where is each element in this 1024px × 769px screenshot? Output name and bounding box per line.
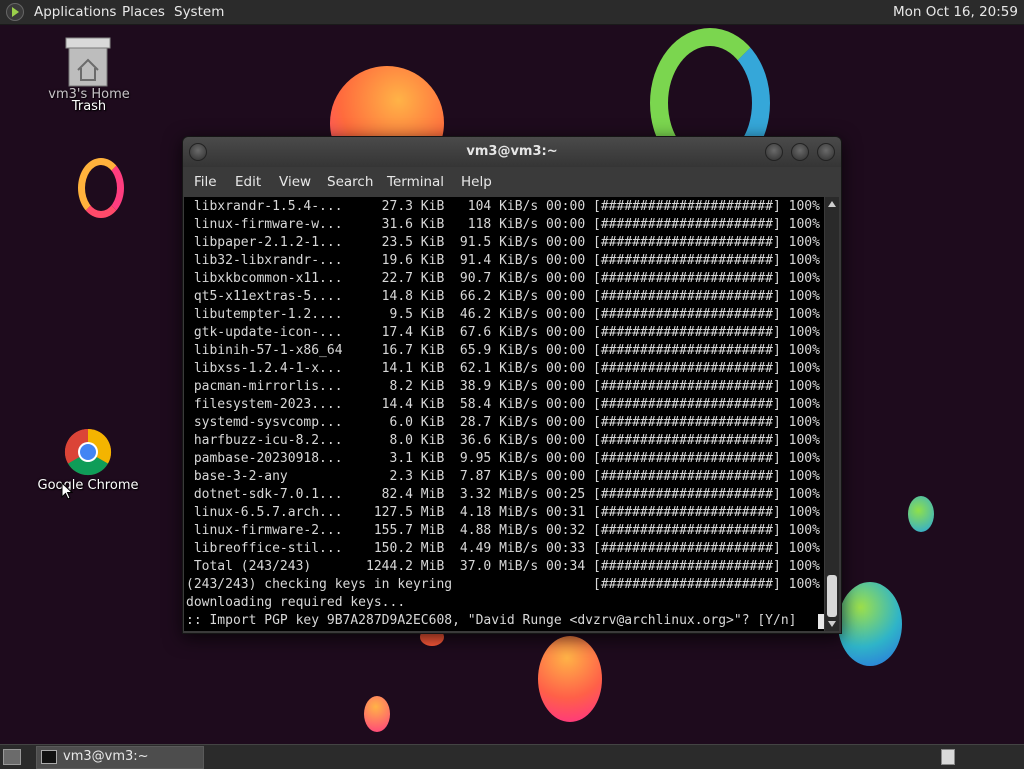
terminal-prompt-line: :: Import PGP key 9B7A287D9A2EC608, "Dav… <box>186 613 805 628</box>
terminal-line: (243/243) checking keys in keyring [####… <box>186 577 820 592</box>
terminal-line: gtk-update-icon-... 17.4 KiB 67.6 KiB/s … <box>186 325 820 340</box>
terminal-line: harfbuzz-icu-8.2... 8.0 KiB 36.6 KiB/s 0… <box>186 433 820 448</box>
window-title: vm3@vm3:~ <box>466 144 558 159</box>
terminal-line: linux-6.5.7.arch... 127.5 MiB 4.18 MiB/s… <box>186 505 820 520</box>
chrome-icon-label: Google Chrome <box>37 478 139 493</box>
terminal-menubar: File Edit View Search Terminal Help <box>183 167 841 195</box>
places-menu[interactable]: Places <box>122 4 165 20</box>
terminal-line: libpaper-2.1.2-1... 23.5 KiB 91.5 KiB/s … <box>186 235 820 250</box>
terminal-line: libxss-1.2.4-1-x... 14.1 KiB 62.1 KiB/s … <box>186 361 820 376</box>
distro-logo-icon[interactable] <box>6 3 24 21</box>
bottom-panel: vm3@vm3:~ <box>0 744 1024 769</box>
terminal-line: libutempter-1.2.... 9.5 KiB 46.2 KiB/s 0… <box>186 307 820 322</box>
trash-icon-label: Trash <box>71 99 107 114</box>
terminal-window[interactable]: vm3@vm3:~ File Edit View Search Terminal… <box>182 136 842 634</box>
system-menu[interactable]: System <box>174 4 224 20</box>
menu-help[interactable]: Help <box>461 174 492 190</box>
minimize-button[interactable] <box>765 143 783 161</box>
applications-menu[interactable]: Applications <box>34 4 116 20</box>
terminal-output[interactable]: libxrandr-1.5.4-... 27.3 KiB 104 KiB/s 0… <box>184 197 824 631</box>
show-desktop-icon[interactable] <box>3 749 21 765</box>
maximize-button[interactable] <box>791 143 809 161</box>
desktop-icon-home-trash[interactable]: vm3's Home Trash <box>48 34 130 114</box>
trash-icon <box>65 37 111 87</box>
terminal-icon <box>41 750 57 764</box>
wallpaper-blob-pink <box>538 636 602 722</box>
terminal-line: lib32-libxrandr-... 19.6 KiB 91.4 KiB/s … <box>186 253 820 268</box>
terminal-line: libinih-57-1-x86_64 16.7 KiB 65.9 KiB/s … <box>186 343 820 358</box>
scroll-down-arrow-icon[interactable] <box>828 621 836 627</box>
wallpaper-blob-small-orange <box>364 696 390 732</box>
chrome-icon <box>64 428 112 476</box>
terminal-line: downloading required keys... <box>186 595 406 610</box>
terminal-line: pacman-mirrorlis... 8.2 KiB 38.9 KiB/s 0… <box>186 379 820 394</box>
terminal-line: dotnet-sdk-7.0.1... 82.4 MiB 3.32 MiB/s … <box>186 487 820 502</box>
terminal-cursor <box>818 614 824 629</box>
menu-view[interactable]: View <box>279 174 311 190</box>
wallpaper-blob-cyan <box>908 496 934 532</box>
close-button[interactable] <box>817 143 835 161</box>
scrollbar-thumb[interactable] <box>827 575 837 617</box>
terminal-titlebar[interactable]: vm3@vm3:~ <box>183 137 841 167</box>
terminal-line: linux-firmware-2... 155.7 MiB 4.88 MiB/s… <box>186 523 820 538</box>
terminal-line: pambase-20230918... 3.1 KiB 9.95 KiB/s 0… <box>186 451 820 466</box>
wallpaper-blob-green-blue <box>838 582 902 666</box>
menu-edit[interactable]: Edit <box>235 174 261 190</box>
clock[interactable]: Mon Oct 16, 20:59 <box>893 4 1018 20</box>
menu-terminal[interactable]: Terminal <box>387 174 444 190</box>
menu-file[interactable]: File <box>194 174 217 190</box>
menu-search[interactable]: Search <box>327 174 373 190</box>
desktop-icon-google-chrome[interactable]: Google Chrome <box>36 424 140 494</box>
terminal-line: base-3-2-any 2.3 KiB 7.87 KiB/s 00:00 [#… <box>186 469 820 484</box>
terminal-line: qt5-x11extras-5.... 14.8 KiB 66.2 KiB/s … <box>186 289 820 304</box>
wallpaper-ring-small <box>78 158 124 218</box>
terminal-line: linux-firmware-w... 31.6 KiB 118 KiB/s 0… <box>186 217 820 232</box>
workspace-switcher[interactable] <box>941 749 955 765</box>
terminal-scrollbar[interactable] <box>825 197 839 631</box>
taskbar-item-terminal[interactable]: vm3@vm3:~ <box>36 746 204 769</box>
taskbar-item-label: vm3@vm3:~ <box>63 749 149 764</box>
terminal-line: libxrandr-1.5.4-... 27.3 KiB 104 KiB/s 0… <box>186 199 820 214</box>
terminal-line: filesystem-2023.... 14.4 KiB 58.4 KiB/s … <box>186 397 820 412</box>
scroll-up-arrow-icon[interactable] <box>828 201 836 207</box>
terminal-line: systemd-sysvcomp... 6.0 KiB 28.7 KiB/s 0… <box>186 415 820 430</box>
mouse-cursor-icon <box>61 482 73 500</box>
terminal-line: Total (243/243) 1244.2 MiB 37.0 MiB/s 00… <box>186 559 820 574</box>
terminal-line: libreoffice-stil... 150.2 MiB 4.49 MiB/s… <box>186 541 820 556</box>
terminal-line: libxkbcommon-x11... 22.7 KiB 90.7 KiB/s … <box>186 271 820 286</box>
top-panel: Applications Places System Mon Oct 16, 2… <box>0 0 1024 25</box>
